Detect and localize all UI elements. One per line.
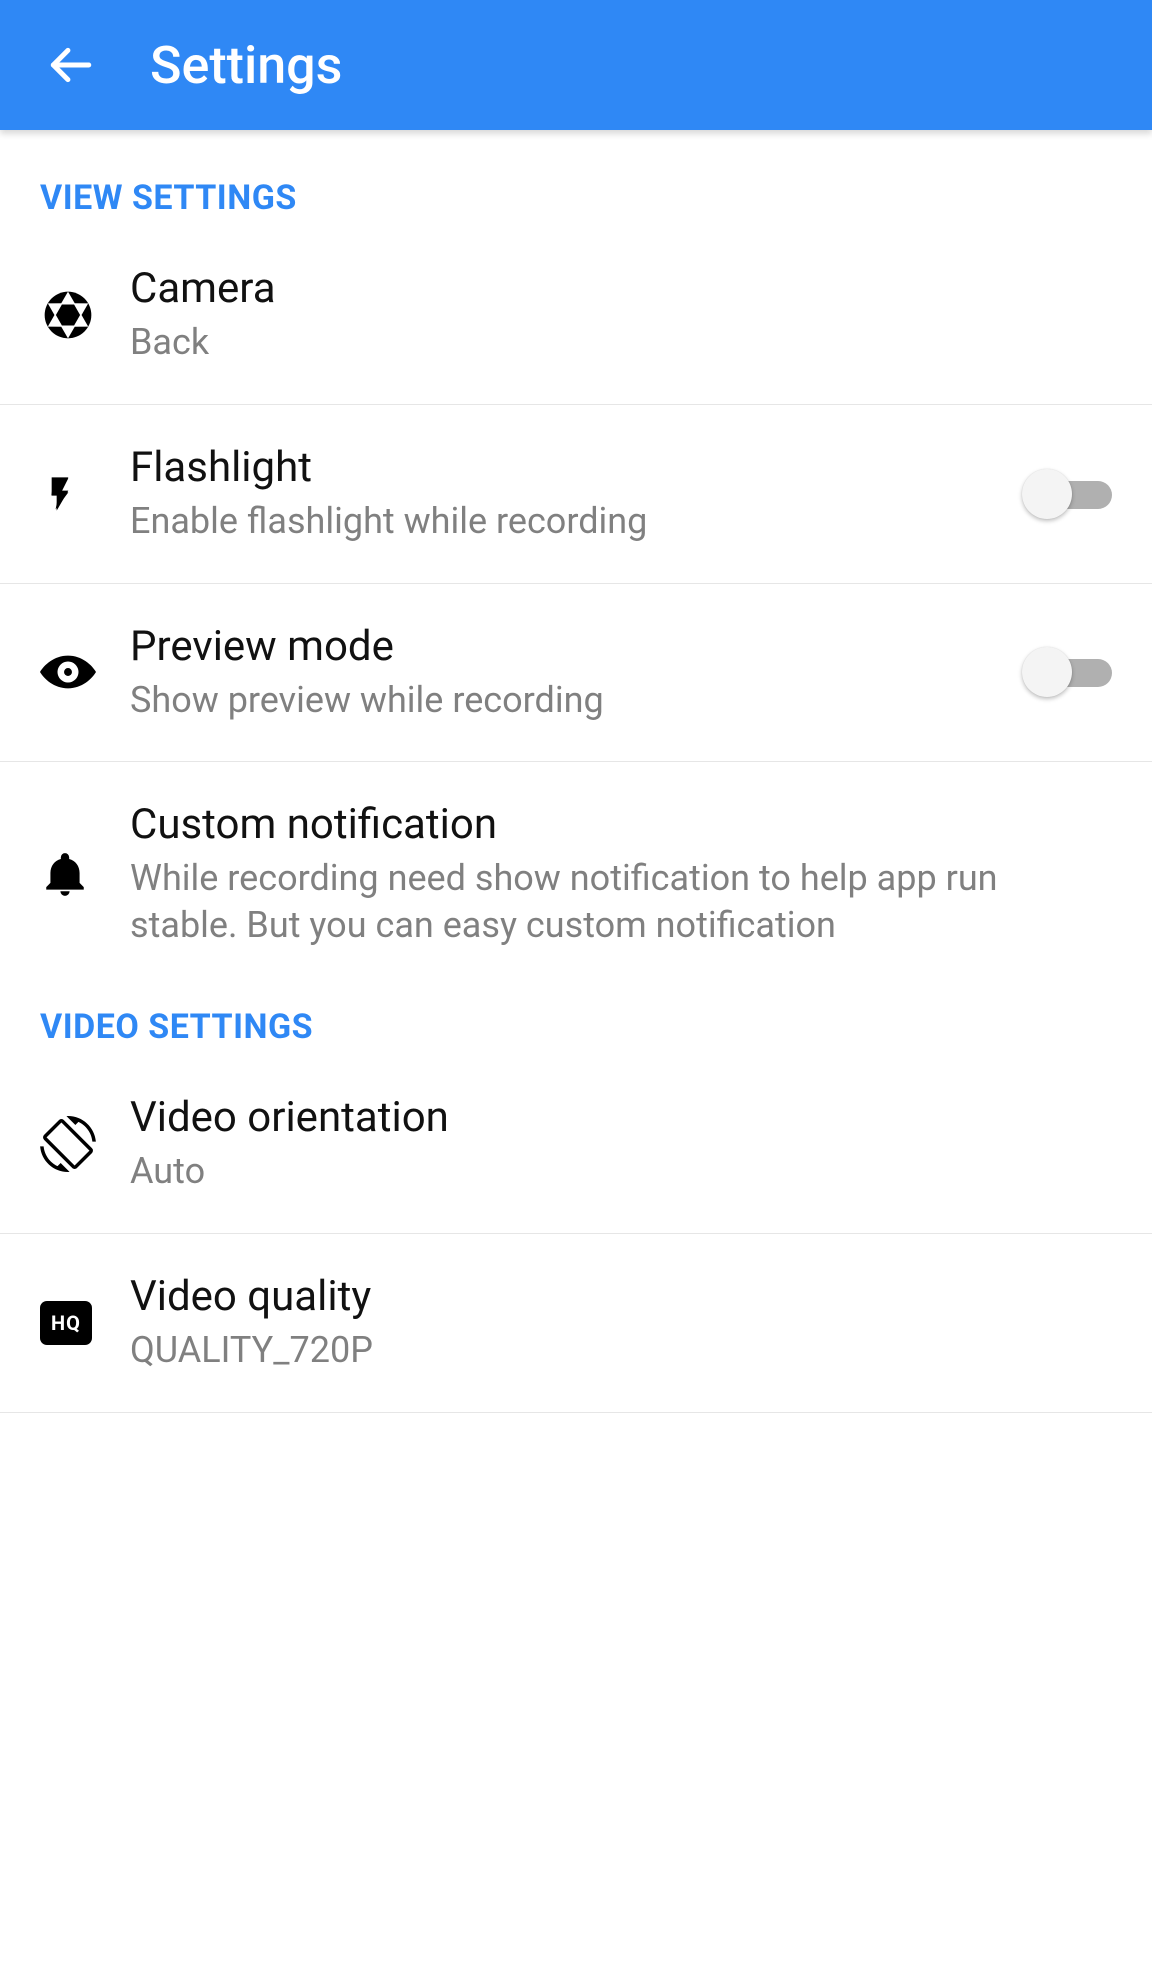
row-flashlight[interactable]: Flashlight Enable flashlight while recor… [0, 405, 1152, 584]
camera-title: Camera [130, 264, 1092, 313]
notification-subtitle: While recording need show notification t… [130, 855, 1092, 949]
row-orientation[interactable]: Video orientation Auto [0, 1055, 1152, 1234]
flashlight-toggle[interactable] [1022, 469, 1112, 519]
notification-title: Custom notification [130, 800, 1092, 849]
row-quality[interactable]: HQ Video quality QUALITY_720P [0, 1234, 1152, 1413]
app-header: Settings [0, 0, 1152, 130]
arrow-left-icon [45, 40, 95, 90]
hq-icon: HQ [40, 1301, 130, 1345]
flashlight-title: Flashlight [130, 443, 1002, 492]
quality-value: QUALITY_720P [130, 1327, 1092, 1374]
flashlight-subtitle: Enable flashlight while recording [130, 498, 1002, 545]
back-button[interactable] [40, 35, 100, 95]
orientation-value: Auto [130, 1148, 1092, 1195]
camera-value: Back [130, 319, 1092, 366]
section-header-video: VIDEO SETTINGS [0, 987, 1152, 1055]
row-camera[interactable]: Camera Back [0, 226, 1152, 405]
row-notification[interactable]: Custom notification While recording need… [0, 762, 1152, 987]
preview-subtitle: Show preview while recording [130, 677, 1002, 724]
row-preview[interactable]: Preview mode Show preview while recordin… [0, 584, 1152, 763]
flash-icon [40, 466, 130, 522]
bell-icon [40, 847, 130, 903]
screen-rotation-icon [40, 1116, 130, 1172]
camera-aperture-icon [40, 287, 130, 343]
preview-title: Preview mode [130, 622, 1002, 671]
page-title: Settings [150, 35, 342, 96]
preview-toggle[interactable] [1022, 647, 1112, 697]
orientation-title: Video orientation [130, 1093, 1092, 1142]
section-header-view: VIEW SETTINGS [0, 130, 1152, 226]
eye-icon [40, 644, 130, 700]
quality-title: Video quality [130, 1272, 1092, 1321]
